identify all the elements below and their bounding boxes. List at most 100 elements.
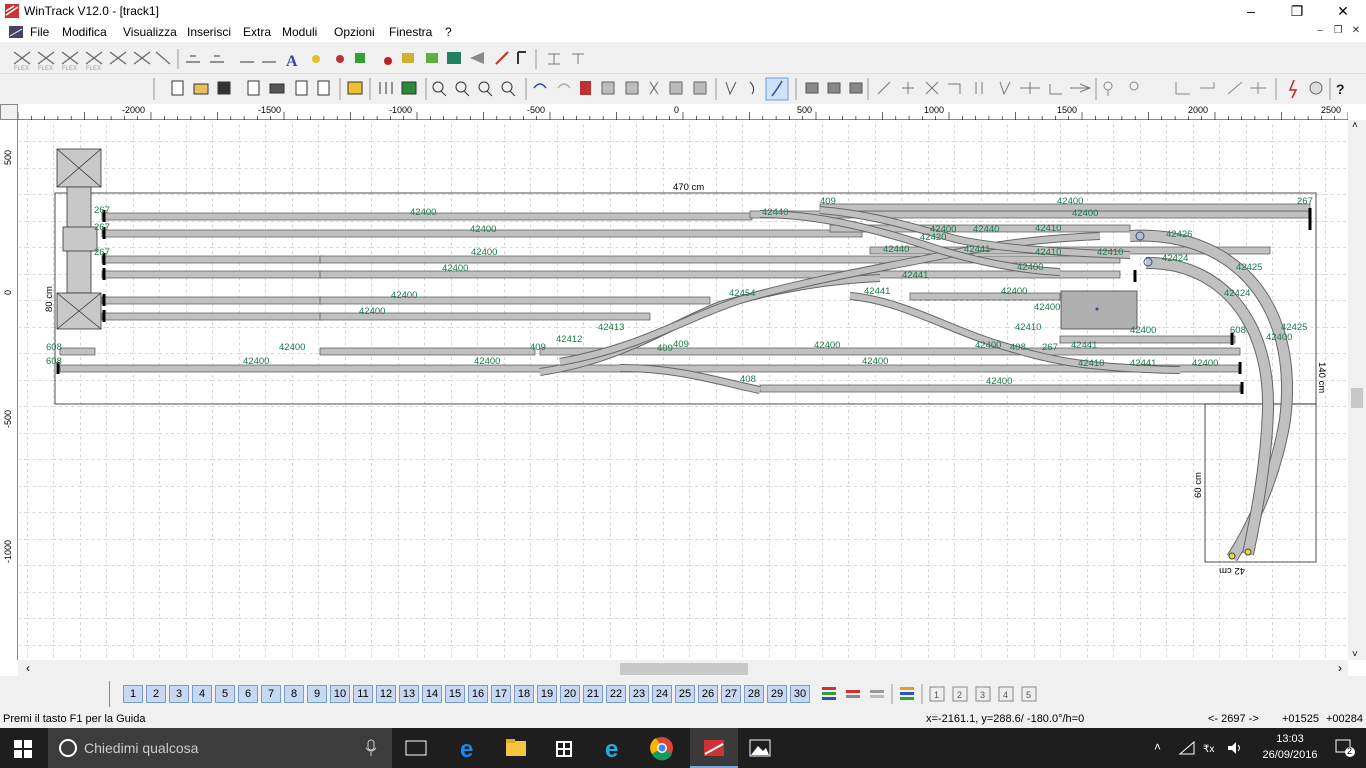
track-piece-label: 42426: [1166, 229, 1192, 240]
layer-button-3[interactable]: 3: [169, 685, 189, 703]
layer-button-16[interactable]: 16: [468, 685, 488, 703]
layer-button-6[interactable]: 6: [238, 685, 258, 703]
track-piece-label: 42454: [729, 288, 755, 299]
file-explorer-icon[interactable]: [496, 732, 536, 764]
layer-button-20[interactable]: 20: [560, 685, 580, 703]
menu-help[interactable]: ?: [445, 25, 452, 39]
photos-icon[interactable]: [740, 732, 780, 764]
track-piece-label: 409: [530, 342, 546, 353]
svg-text:e: e: [460, 736, 473, 763]
search-placeholder: Chiedimi qualcosa: [84, 740, 199, 756]
horizontal-scroll-thumb[interactable]: [620, 663, 748, 675]
layer-button-18[interactable]: 18: [514, 685, 534, 703]
windows-start-icon[interactable]: [14, 740, 32, 758]
minimize-button[interactable]: –: [1228, 0, 1274, 22]
close-button[interactable]: ✕: [1320, 0, 1366, 22]
internet-explorer-icon[interactable]: e: [594, 732, 634, 764]
track-piece-label: 408: [1010, 342, 1026, 353]
menu-visualizza[interactable]: Visualizza: [123, 25, 177, 39]
layer-button-1[interactable]: 1: [123, 685, 143, 703]
network-icon[interactable]: [1178, 740, 1196, 756]
layer-button-12[interactable]: 12: [376, 685, 396, 703]
track-layout-plan[interactable]: 470 cm 80 cm 140 cm 60 cm 42 cm 42400424…: [19, 121, 1348, 660]
scroll-down-arrow-icon[interactable]: ˅: [1352, 649, 1358, 660]
drawing-canvas[interactable]: -2000 -1500 -1000 -500 0 500 1000 1500 2…: [0, 104, 1366, 676]
menu-file[interactable]: File: [30, 25, 49, 39]
layer-button-17[interactable]: 17: [491, 685, 511, 703]
layer-button-27[interactable]: 27: [721, 685, 741, 703]
scroll-up-arrow-icon[interactable]: ˄: [1352, 120, 1358, 131]
toolbar-track-icons[interactable]: FLEX FLEX FLEX FLEX A: [0, 44, 600, 74]
status-bar: Premi il tasto F1 per la Guida x=-2161.1…: [0, 712, 1366, 728]
layer-button-25[interactable]: 25: [675, 685, 695, 703]
maximize-button[interactable]: ❐: [1274, 0, 1320, 22]
track-piece-label: 42440: [973, 224, 999, 235]
menu-inserisci[interactable]: Inserisci: [187, 25, 231, 39]
mdi-minimize-button[interactable]: –: [1312, 25, 1328, 39]
menu-bar: File Modifica Visualizza Inserisci Extra…: [0, 22, 1366, 42]
task-view-icon[interactable]: [396, 732, 436, 764]
track-piece-label: 42400: [986, 376, 1012, 387]
svg-text:A: A: [286, 53, 298, 70]
layer-button-7[interactable]: 7: [261, 685, 281, 703]
horizontal-ruler-ticks: [18, 112, 1348, 120]
vertical-scroll-thumb[interactable]: [1351, 388, 1363, 408]
microphone-icon[interactable]: [364, 739, 378, 757]
layer-button-9[interactable]: 9: [307, 685, 327, 703]
layer-bar: 1 2 3 4 5 6 7 8 9 10 11 12 13 14 15 16 17 18 19 20 21 22 23 24 2…: [0, 678, 1366, 710]
mdi-close-button[interactable]: ✕: [1348, 25, 1364, 39]
wintrack-taskbar-button[interactable]: [690, 728, 738, 768]
menu-moduli[interactable]: Moduli: [282, 25, 317, 39]
clock-date[interactable]: 26/09/2016: [1248, 749, 1332, 761]
language-icon[interactable]: ₹x: [1202, 740, 1220, 756]
layer-tools-icons[interactable]: 1 2 3 4 5: [818, 684, 1058, 704]
layer-button-22[interactable]: 22: [606, 685, 626, 703]
layer-button-14[interactable]: 14: [422, 685, 442, 703]
chrome-icon[interactable]: [642, 732, 682, 764]
menu-finestra[interactable]: Finestra: [389, 25, 432, 39]
wintrack-icon: [704, 740, 724, 756]
track-piece-label: 42400: [862, 356, 888, 367]
layer-button-15[interactable]: 15: [445, 685, 465, 703]
toolbar-main-icons[interactable]: ?: [150, 76, 1366, 102]
menu-modifica[interactable]: Modifica: [62, 25, 107, 39]
layer-button-11[interactable]: 11: [353, 685, 373, 703]
horizontal-scrollbar[interactable]: ‹ ›: [18, 660, 1348, 676]
horizontal-ruler: -2000 -1500 -1000 -500 0 500 1000 1500 2…: [18, 104, 1348, 120]
track-piece-label: 42400: [975, 340, 1001, 351]
show-hidden-icons-chevron-icon[interactable]: ˄: [1154, 740, 1161, 754]
layer-button-28[interactable]: 28: [744, 685, 764, 703]
layer-button-30[interactable]: 30: [790, 685, 810, 703]
layer-button-2[interactable]: 2: [146, 685, 166, 703]
action-center-icon[interactable]: [1334, 738, 1356, 758]
edge-icon[interactable]: e: [448, 732, 488, 764]
menu-extra[interactable]: Extra: [243, 25, 271, 39]
scroll-left-arrow-icon[interactable]: ‹: [26, 661, 30, 675]
track-piece-label: 608: [46, 342, 62, 353]
wintrack-app-icon: [5, 4, 19, 18]
layer-button-19[interactable]: 19: [537, 685, 557, 703]
clock-time[interactable]: 13:03: [1260, 733, 1320, 745]
document-icon[interactable]: [8, 24, 24, 40]
volume-icon[interactable]: [1226, 740, 1244, 756]
menu-opzioni[interactable]: Opzioni: [334, 25, 375, 39]
layer-button-13[interactable]: 13: [399, 685, 419, 703]
ruler-label: -1000: [3, 540, 13, 564]
layer-button-4[interactable]: 4: [192, 685, 212, 703]
layer-button-29[interactable]: 29: [767, 685, 787, 703]
mdi-restore-button[interactable]: ❐: [1330, 25, 1346, 39]
search-box[interactable]: Chiedimi qualcosa: [48, 728, 392, 768]
layer-button-23[interactable]: 23: [629, 685, 649, 703]
ruler-label: 2500: [1321, 105, 1342, 115]
layer-button-24[interactable]: 24: [652, 685, 672, 703]
layer-button-5[interactable]: 5: [215, 685, 235, 703]
store-icon[interactable]: [544, 732, 584, 764]
layer-button-10[interactable]: 10: [330, 685, 350, 703]
status-coordinates: x=-2161.1, y=288.6/ -180.0°/h=0: [926, 713, 1085, 725]
svg-text:FLEX: FLEX: [14, 66, 29, 72]
vertical-scrollbar[interactable]: ˄ ˅: [1348, 120, 1366, 660]
layer-button-8[interactable]: 8: [284, 685, 304, 703]
layer-button-26[interactable]: 26: [698, 685, 718, 703]
scroll-right-arrow-icon[interactable]: ›: [1338, 661, 1342, 675]
layer-button-21[interactable]: 21: [583, 685, 603, 703]
